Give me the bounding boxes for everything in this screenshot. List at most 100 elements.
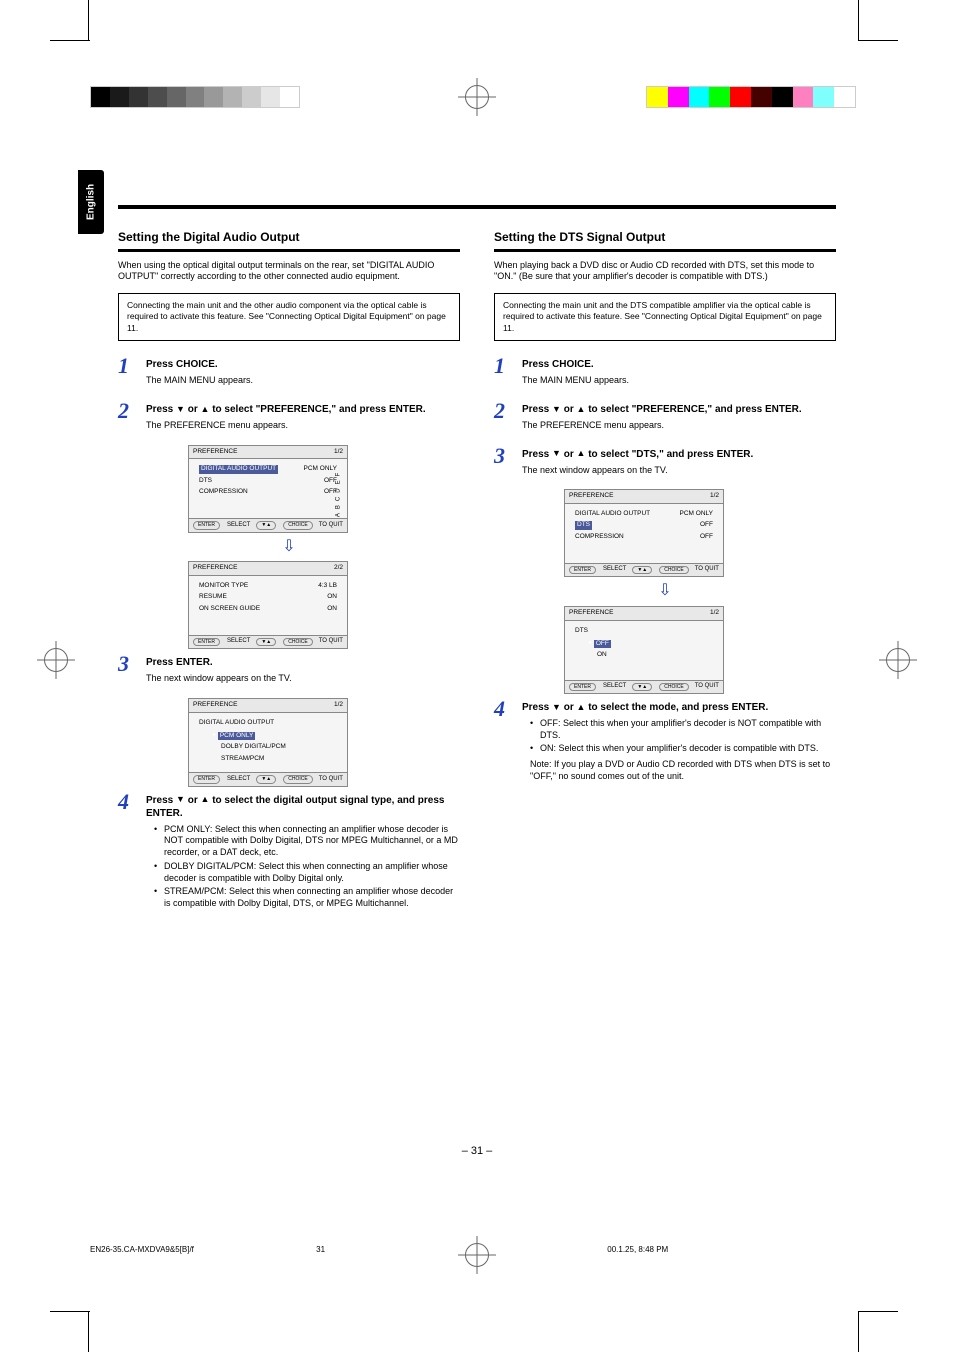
tv-selected-item: DTS <box>575 521 592 529</box>
select-button-icon: ▼▲ <box>256 775 276 784</box>
left-column: Setting the Digital Audio Output When us… <box>118 230 460 922</box>
intro-text: When playing back a DVD disc or Audio CD… <box>494 260 836 283</box>
step-number: 3 <box>494 445 512 480</box>
step-title: Press ENTER. <box>146 656 460 669</box>
cursor-icon: ▸ <box>213 732 216 740</box>
crop-mark <box>858 0 859 40</box>
enter-button-icon: ENTER <box>193 775 220 784</box>
tv-title: PREFERENCE <box>193 448 237 456</box>
tv-screen-preference-dts: PREFERENCE 1/2 DIGITAL AUDIO OUTPUTPCM O… <box>564 489 724 577</box>
crop-mark <box>858 1311 898 1312</box>
step-text: The next window appears on the TV. <box>146 673 460 685</box>
step-number: 2 <box>494 400 512 435</box>
step-text: The MAIN MENU appears. <box>522 375 836 387</box>
step-title: Press ▼ or ▲ to select "PREFERENCE," and… <box>146 403 460 416</box>
tv-title: PREFERENCE <box>569 492 613 500</box>
tv-page: 1/2 <box>710 492 719 500</box>
step-text: The PREFERENCE menu appears. <box>522 420 836 432</box>
info-panel: Connecting the main unit and the DTS com… <box>494 293 836 341</box>
registration-mark-icon <box>886 648 910 672</box>
crop-mark <box>858 40 898 41</box>
tv-screen-preference-2: PREFERENCE 2/2 MONITOR TYPE4:3 LB RESUME… <box>188 561 348 649</box>
tv-selected-option: PCM ONLY <box>218 732 255 740</box>
step-4: 4 Press ▼ or ▲ to select the mode, and p… <box>494 698 836 785</box>
choice-button-icon: CHOICE <box>283 521 312 530</box>
step-title: Press ▼ or ▲ to select the mode, and pre… <box>522 701 836 714</box>
step-title: Press ▼ or ▲ to select "PREFERENCE," and… <box>522 403 836 416</box>
info-panel: Connecting the main unit and the other a… <box>118 293 460 341</box>
crop-mark <box>88 1312 89 1352</box>
grayscale-calibration-bar <box>90 86 300 108</box>
crop-mark <box>50 40 90 41</box>
step-4: 4 Press ▼ or ▲ to select the digital out… <box>118 791 460 912</box>
down-arrow-icon: ⇩ <box>494 581 836 602</box>
down-triangle-icon: ▼ <box>176 404 185 416</box>
step-title: Press CHOICE. <box>522 358 836 371</box>
section-title-left: Setting the Digital Audio Output <box>118 230 460 252</box>
down-triangle-icon: ▼ <box>552 702 561 714</box>
choice-button-icon: CHOICE <box>283 638 312 647</box>
tv-screen-preference-1: PREFERENCE 1/2 DIGITAL AUDIO OUTPUTPCM O… <box>188 445 348 533</box>
list-item: DOLBY DIGITAL/PCM: Select this when conn… <box>154 861 460 884</box>
right-column: Setting the DTS Signal Output When playi… <box>494 230 836 922</box>
intro-text: When using the optical digital output te… <box>118 260 460 283</box>
select-button-icon: ▼▲ <box>256 521 276 530</box>
enter-button-icon: ENTER <box>569 566 596 575</box>
file-timestamp: 00.1.25, 8:48 PM <box>607 1245 668 1254</box>
tv-screen-digital-audio: PREFERENCE 1/2 DIGITAL AUDIO OUTPUT ▸ PC… <box>188 698 348 787</box>
step-number: 1 <box>118 355 136 390</box>
tv-page: 2/2 <box>334 564 343 572</box>
registration-mark-icon <box>465 85 489 109</box>
page-content: Setting the Digital Audio Output When us… <box>118 230 836 922</box>
tv-selected-item: DIGITAL AUDIO OUTPUT <box>199 465 278 473</box>
step-2: 2 Press ▼ or ▲ to select "PREFERENCE," a… <box>118 400 460 435</box>
tv-title: PREFERENCE <box>193 564 237 572</box>
list-item: ON: Select this when your amplifier's de… <box>530 743 836 755</box>
down-arrow-icon: ⇩ <box>118 537 460 558</box>
section-title-right: Setting the DTS Signal Output <box>494 230 836 252</box>
enter-button-icon: ENTER <box>193 521 220 530</box>
step-title: Press CHOICE. <box>146 358 460 371</box>
step-1: 1 Press CHOICE. The MAIN MENU appears. <box>494 355 836 390</box>
color-calibration-bar <box>646 86 856 108</box>
step-3: 3 Press ENTER. The next window appears o… <box>118 653 460 688</box>
step-number: 3 <box>118 653 136 688</box>
tv-title: PREFERENCE <box>569 609 613 617</box>
choice-button-icon: CHOICE <box>659 566 688 575</box>
step-number: 4 <box>118 791 136 912</box>
tv-selected-option: OFF <box>594 640 611 648</box>
choice-button-icon: CHOICE <box>283 775 312 784</box>
select-button-icon: ▼▲ <box>632 566 652 575</box>
tv-page: 1/2 <box>334 448 343 456</box>
file-footer: EN26-35.CA-MXDVA9&5[B]/f 31 00.1.25, 8:4… <box>90 1245 668 1254</box>
crop-mark <box>50 1311 90 1312</box>
section-rule <box>118 205 836 209</box>
tv-title: PREFERENCE <box>193 701 237 709</box>
list-item: OFF: Select this when your amplifier's d… <box>530 718 836 741</box>
down-triangle-icon: ▼ <box>552 404 561 416</box>
crop-mark <box>88 0 89 40</box>
file-page: 31 <box>316 1245 325 1254</box>
filename: EN26-35.CA-MXDVA9&5[B]/f <box>90 1245 194 1254</box>
step-3: 3 Press ▼ or ▲ to select "DTS," and pres… <box>494 445 836 480</box>
step-title: Press ▼ or ▲ to select the digital outpu… <box>146 794 460 820</box>
step-text: The MAIN MENU appears. <box>146 375 460 387</box>
step-number: 1 <box>494 355 512 390</box>
page-number: – 31 – <box>0 1145 954 1157</box>
step-number: 2 <box>118 400 136 435</box>
step-text: The next window appears on the TV. <box>522 465 836 477</box>
language-tab: English <box>78 170 104 234</box>
step-2: 2 Press ▼ or ▲ to select "PREFERENCE," a… <box>494 400 836 435</box>
list-item: STREAM/PCM: Select this when connecting … <box>154 886 460 909</box>
down-triangle-icon: ▼ <box>552 448 561 460</box>
step-number: 4 <box>494 698 512 785</box>
enter-button-icon: ENTER <box>569 683 596 692</box>
registration-mark-icon <box>44 648 68 672</box>
enter-button-icon: ENTER <box>193 638 220 647</box>
step-title: Press ▼ or ▲ to select "DTS," and press … <box>522 448 836 461</box>
list-item: PCM ONLY: Select this when connecting an… <box>154 824 460 859</box>
option-list: OFF: Select this when your amplifier's d… <box>522 718 836 755</box>
crop-mark <box>858 1312 859 1352</box>
note-text: Note: If you play a DVD or Audio CD reco… <box>522 759 836 782</box>
down-triangle-icon: ▼ <box>176 794 185 806</box>
